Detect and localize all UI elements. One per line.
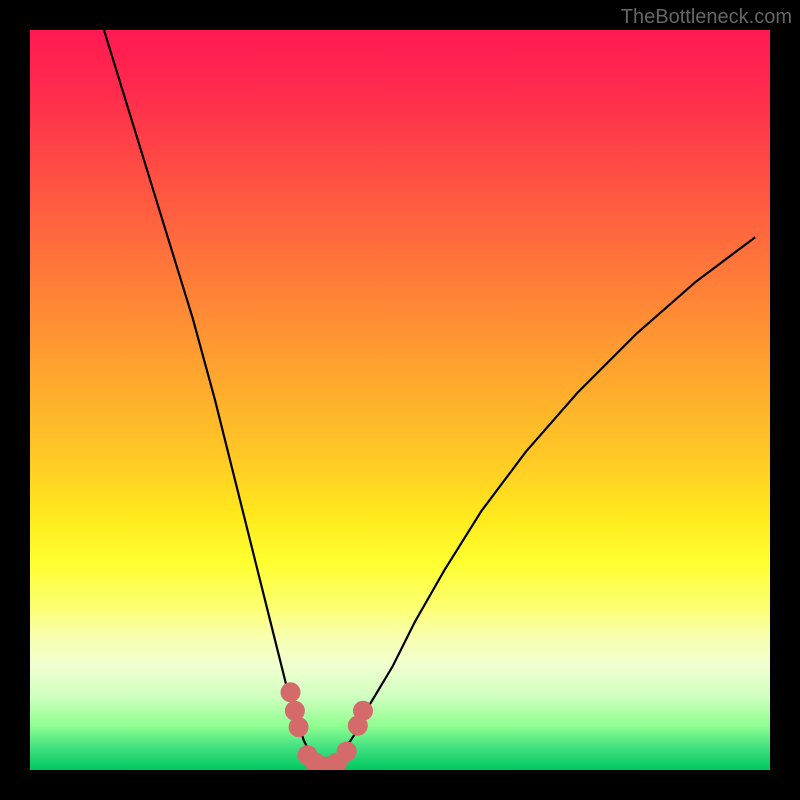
data-point bbox=[281, 682, 301, 702]
data-point bbox=[320, 756, 340, 770]
data-point bbox=[305, 753, 325, 770]
chart-container: TheBottleneck.com bbox=[0, 0, 800, 800]
data-point bbox=[337, 742, 357, 762]
data-point bbox=[348, 716, 368, 736]
data-point bbox=[327, 753, 347, 770]
watermark-label: TheBottleneck.com bbox=[621, 6, 792, 29]
data-point bbox=[285, 701, 305, 721]
curve-left-curve bbox=[104, 30, 319, 770]
plot-area bbox=[30, 30, 770, 770]
data-point bbox=[353, 701, 373, 721]
data-point bbox=[312, 756, 332, 770]
data-point bbox=[289, 717, 309, 737]
data-markers bbox=[281, 682, 374, 770]
curve-right-curve bbox=[333, 237, 755, 770]
data-point bbox=[298, 745, 318, 765]
curve-lines bbox=[104, 30, 755, 770]
chart-svg bbox=[30, 30, 770, 770]
